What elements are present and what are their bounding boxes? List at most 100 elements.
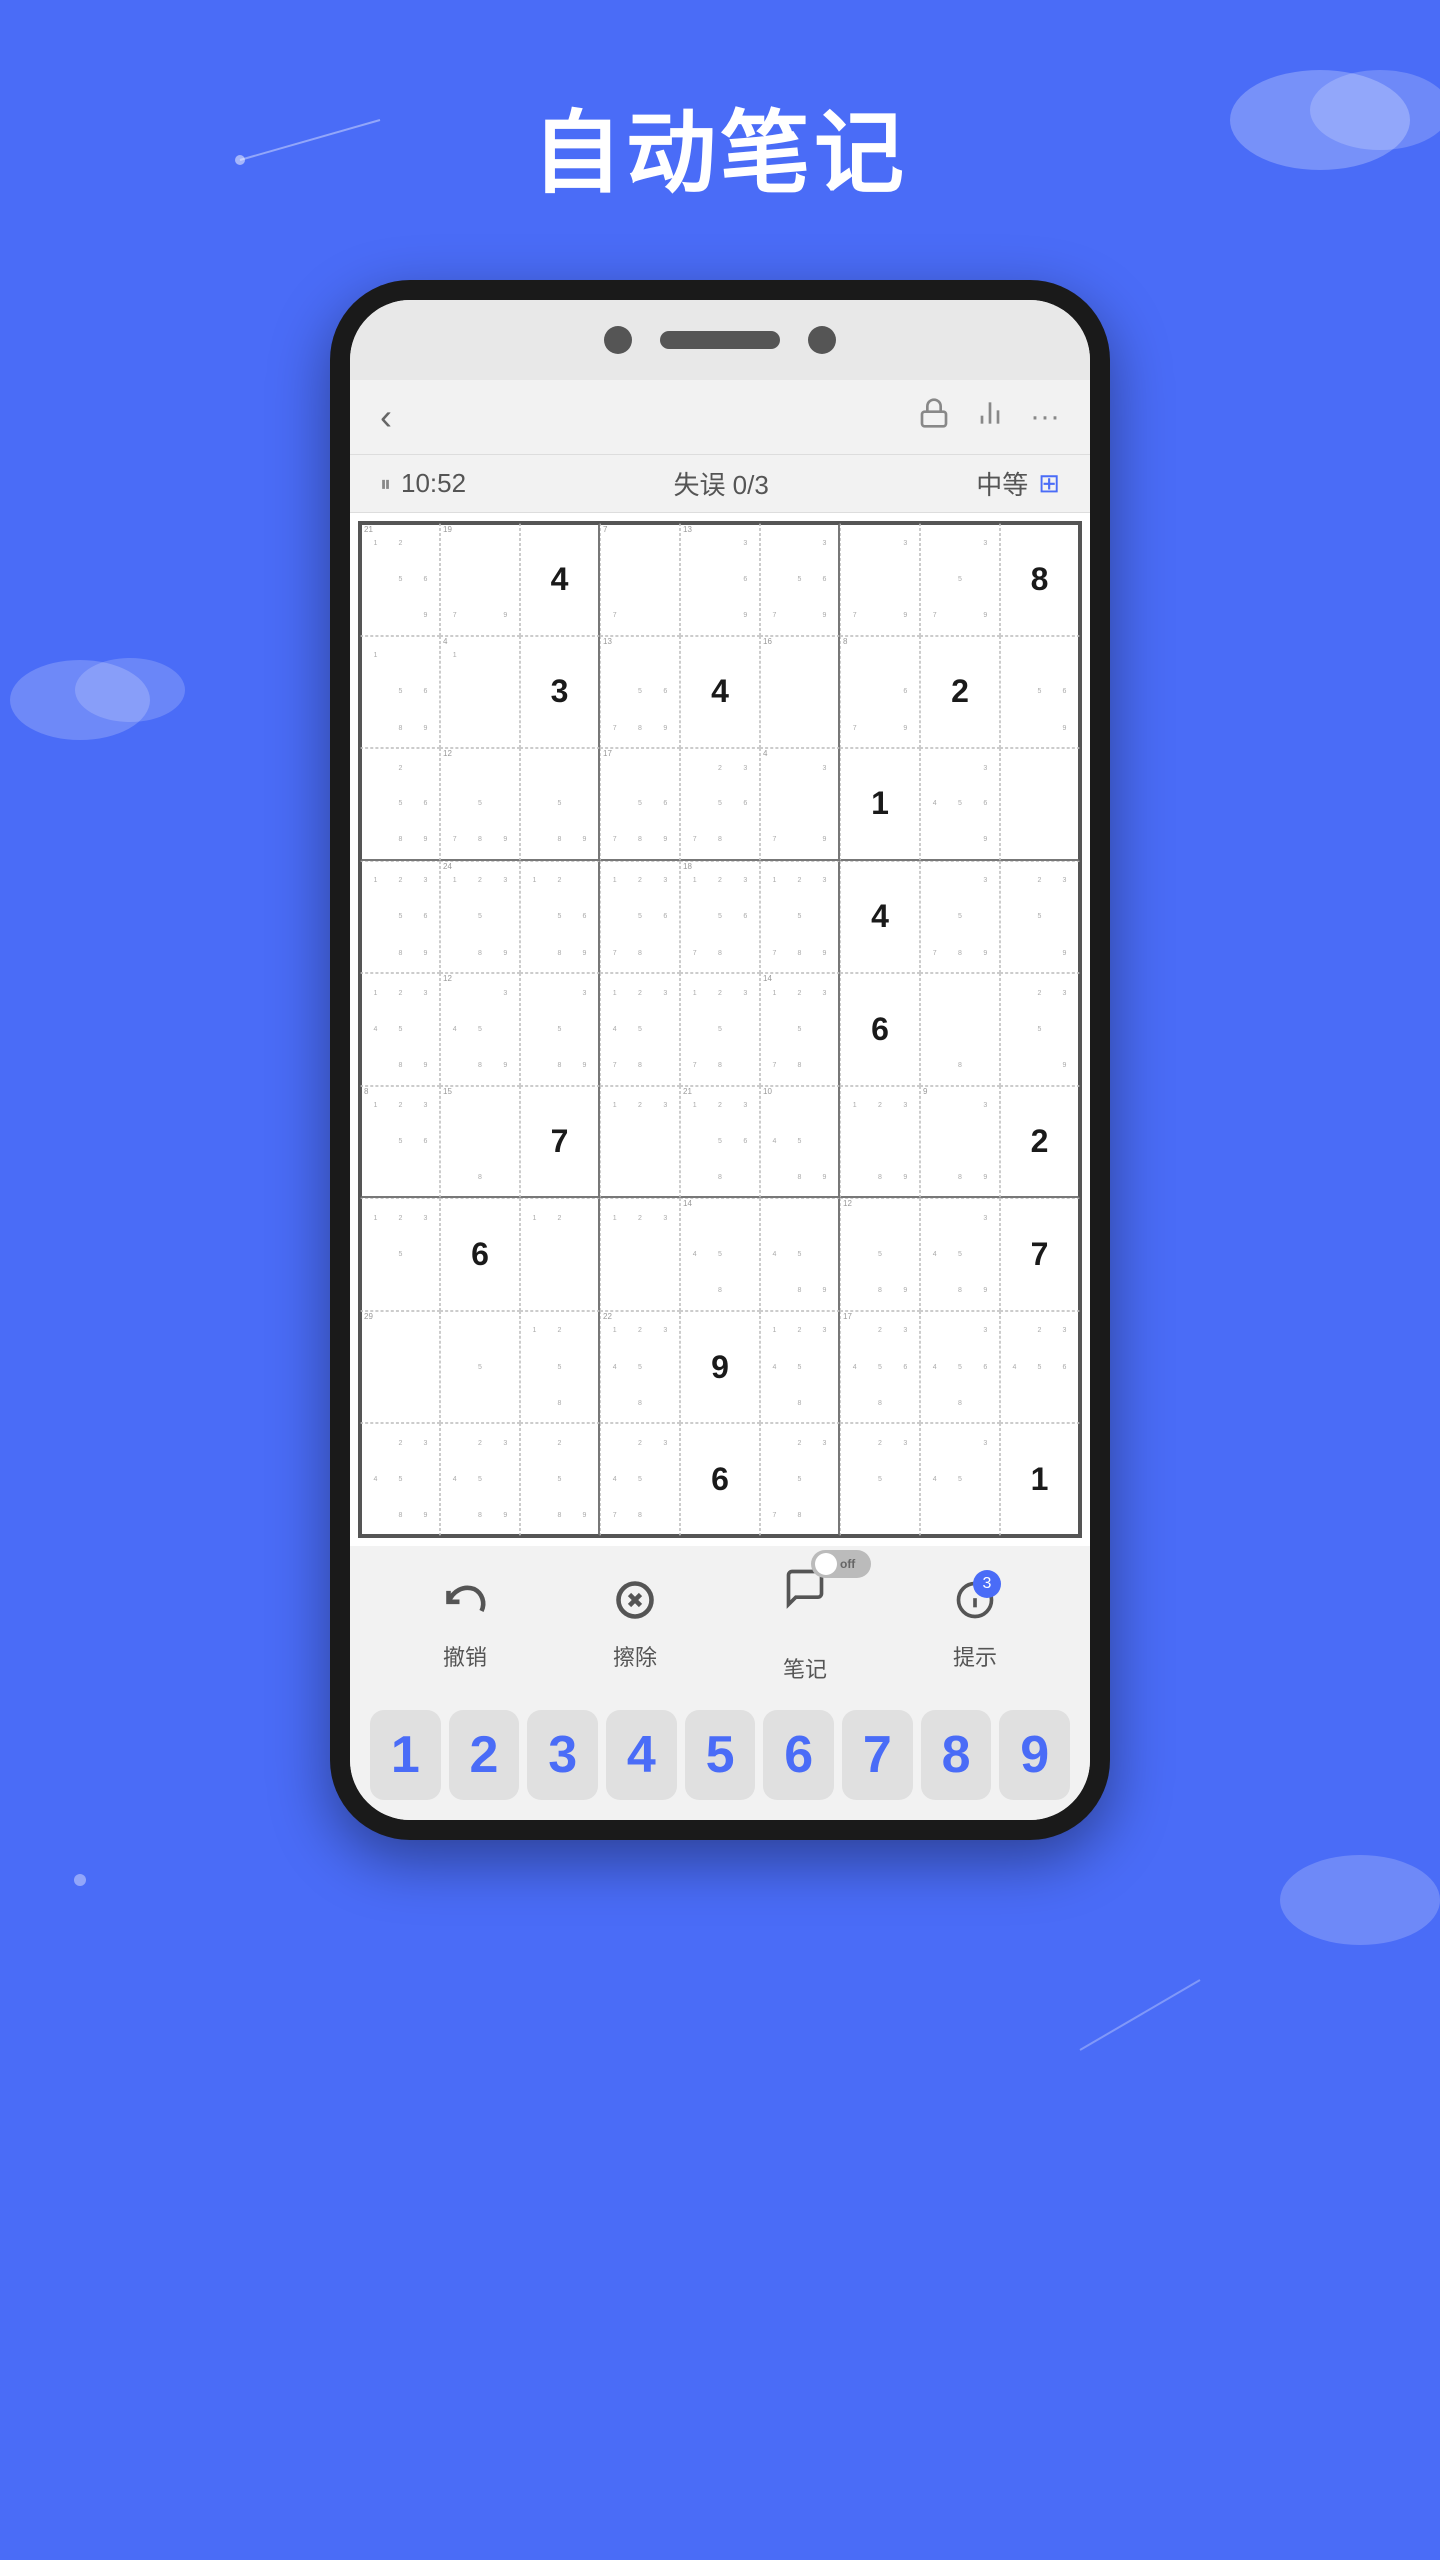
cell-r8-c1[interactable]: 29 xyxy=(360,1311,440,1424)
cell-r2-c1[interactable]: 15689 xyxy=(360,636,440,749)
cell-r4-c1[interactable]: 1235689 xyxy=(360,861,440,974)
num-btn-6[interactable]: 6 xyxy=(763,1710,834,1800)
cell-r4-c2[interactable]: 24123589 xyxy=(440,861,520,974)
grid-view-icon[interactable]: ⊞ xyxy=(1038,468,1060,499)
notes-toggle[interactable]: off xyxy=(811,1550,871,1578)
cell-r6-c1[interactable]: 812356 xyxy=(360,1086,440,1199)
cell-r3-c9[interactable] xyxy=(1000,748,1080,861)
cell-r9-c3[interactable]: 2589 xyxy=(520,1423,600,1536)
cell-r1-c9[interactable]: 8 xyxy=(1000,523,1080,636)
cell-r7-c2[interactable]: 6 xyxy=(440,1198,520,1311)
cell-r5-c5[interactable]: 123578 xyxy=(680,973,760,1086)
cell-r2-c6[interactable]: 16 xyxy=(760,636,840,749)
more-icon[interactable]: ··· xyxy=(1030,400,1060,434)
cell-r7-c8[interactable]: 34589 xyxy=(920,1198,1000,1311)
cell-r8-c7[interactable]: 17234568 xyxy=(840,1311,920,1424)
cell-r8-c5[interactable]: 9 xyxy=(680,1311,760,1424)
cell-r5-c2[interactable]: 1234589 xyxy=(440,973,520,1086)
cell-r3-c6[interactable]: 4379 xyxy=(760,748,840,861)
cell-r8-c2[interactable]: 5 xyxy=(440,1311,520,1424)
cell-r5-c8[interactable]: 8 xyxy=(920,973,1000,1086)
cell-r2-c9[interactable]: 569 xyxy=(1000,636,1080,749)
cell-r4-c8[interactable]: 35789 xyxy=(920,861,1000,974)
cell-r6-c4[interactable]: 123 xyxy=(600,1086,680,1199)
cell-r5-c6[interactable]: 14123578 xyxy=(760,973,840,1086)
cell-r8-c4[interactable]: 22123458 xyxy=(600,1311,680,1424)
cell-r6-c2[interactable]: 158 xyxy=(440,1086,520,1199)
cell-r5-c1[interactable]: 1234589 xyxy=(360,973,440,1086)
cell-r6-c8[interactable]: 9389 xyxy=(920,1086,1000,1199)
cell-r9-c8[interactable]: 345 xyxy=(920,1423,1000,1536)
cell-r9-c1[interactable]: 234589 xyxy=(360,1423,440,1536)
cell-r4-c6[interactable]: 1235789 xyxy=(760,861,840,974)
sudoku-grid[interactable]: 2112569197947713369356793793579815689413… xyxy=(358,521,1082,1538)
cell-r3-c4[interactable]: 1756789 xyxy=(600,748,680,861)
hint-button[interactable]: 3 提示 xyxy=(953,1578,997,1672)
cell-r5-c4[interactable]: 1234578 xyxy=(600,973,680,1086)
cell-r6-c9[interactable]: 2 xyxy=(1000,1086,1080,1199)
cell-r7-c5[interactable]: 14458 xyxy=(680,1198,760,1311)
cell-r5-c7[interactable]: 6 xyxy=(840,973,920,1086)
cell-r4-c3[interactable]: 125689 xyxy=(520,861,600,974)
cell-r7-c9[interactable]: 7 xyxy=(1000,1198,1080,1311)
cell-r3-c2[interactable]: 125789 xyxy=(440,748,520,861)
chart-icon[interactable] xyxy=(974,397,1006,437)
cell-r9-c9[interactable]: 1 xyxy=(1000,1423,1080,1536)
back-button[interactable]: ‹ xyxy=(380,396,392,438)
cell-r2-c8[interactable]: 2 xyxy=(920,636,1000,749)
cell-r7-c4[interactable]: 123 xyxy=(600,1198,680,1311)
cell-r4-c5[interactable]: 181235678 xyxy=(680,861,760,974)
cell-r7-c3[interactable]: 12 xyxy=(520,1198,600,1311)
cell-r8-c6[interactable]: 123458 xyxy=(760,1311,840,1424)
num-btn-5[interactable]: 5 xyxy=(685,1710,756,1800)
cell-r7-c6[interactable]: 4589 xyxy=(760,1198,840,1311)
cell-r2-c5[interactable]: 4 xyxy=(680,636,760,749)
erase-button[interactable]: 擦除 xyxy=(613,1578,657,1672)
cell-r5-c3[interactable]: 3589 xyxy=(520,973,600,1086)
cell-r1-c4[interactable]: 77 xyxy=(600,523,680,636)
cell-r6-c3[interactable]: 7 xyxy=(520,1086,600,1199)
num-btn-3[interactable]: 3 xyxy=(527,1710,598,1800)
num-btn-9[interactable]: 9 xyxy=(999,1710,1070,1800)
cell-r7-c7[interactable]: 12589 xyxy=(840,1198,920,1311)
cell-r3-c8[interactable]: 34569 xyxy=(920,748,1000,861)
cell-r3-c1[interactable]: 25689 xyxy=(360,748,440,861)
cell-r3-c5[interactable]: 235678 xyxy=(680,748,760,861)
cell-r1-c1[interactable]: 2112569 xyxy=(360,523,440,636)
cell-r9-c6[interactable]: 23578 xyxy=(760,1423,840,1536)
cell-r1-c8[interactable]: 3579 xyxy=(920,523,1000,636)
cell-r9-c4[interactable]: 234578 xyxy=(600,1423,680,1536)
undo-button[interactable]: 撤销 xyxy=(443,1578,487,1672)
cell-r9-c5[interactable]: 6 xyxy=(680,1423,760,1536)
cell-r2-c7[interactable]: 8679 xyxy=(840,636,920,749)
lock-icon[interactable] xyxy=(918,397,950,437)
num-btn-7[interactable]: 7 xyxy=(842,1710,913,1800)
cell-r9-c7[interactable]: 235 xyxy=(840,1423,920,1536)
cell-r9-c2[interactable]: 234589 xyxy=(440,1423,520,1536)
cell-r1-c2[interactable]: 1979 xyxy=(440,523,520,636)
num-btn-8[interactable]: 8 xyxy=(921,1710,992,1800)
cell-r5-c9[interactable]: 2359 xyxy=(1000,973,1080,1086)
cell-r3-c3[interactable]: 589 xyxy=(520,748,600,861)
cell-r6-c7[interactable]: 12389 xyxy=(840,1086,920,1199)
cell-r8-c3[interactable]: 1258 xyxy=(520,1311,600,1424)
cell-r3-c7[interactable]: 1 xyxy=(840,748,920,861)
cell-r1-c5[interactable]: 13369 xyxy=(680,523,760,636)
notes-button[interactable]: off 笔记 xyxy=(783,1566,827,1684)
cell-r1-c7[interactable]: 379 xyxy=(840,523,920,636)
cell-r6-c5[interactable]: 21123568 xyxy=(680,1086,760,1199)
num-btn-1[interactable]: 1 xyxy=(370,1710,441,1800)
cell-r4-c9[interactable]: 2359 xyxy=(1000,861,1080,974)
cell-r8-c9[interactable]: 23456 xyxy=(1000,1311,1080,1424)
cell-r1-c3[interactable]: 4 xyxy=(520,523,600,636)
cell-r1-c6[interactable]: 35679 xyxy=(760,523,840,636)
pause-button[interactable]: ⏸ xyxy=(380,471,391,497)
cell-r8-c8[interactable]: 34568 xyxy=(920,1311,1000,1424)
cell-r4-c7[interactable]: 4 xyxy=(840,861,920,974)
num-btn-4[interactable]: 4 xyxy=(606,1710,677,1800)
cell-r7-c1[interactable]: 1235 xyxy=(360,1198,440,1311)
num-btn-2[interactable]: 2 xyxy=(449,1710,520,1800)
cell-r2-c2[interactable]: 41 xyxy=(440,636,520,749)
cell-r2-c3[interactable]: 3 xyxy=(520,636,600,749)
cell-r2-c4[interactable]: 1356789 xyxy=(600,636,680,749)
